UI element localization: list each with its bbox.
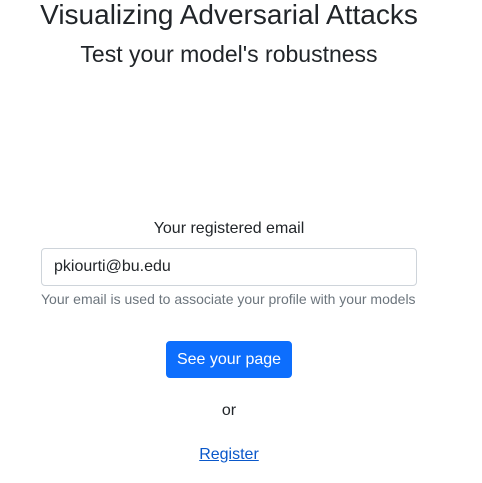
see-your-page-button[interactable]: See your page	[166, 341, 292, 378]
email-field[interactable]	[41, 248, 417, 286]
email-help-text: Your email is used to associate your pro…	[41, 291, 416, 307]
register-link-container: Register	[0, 444, 458, 466]
or-separator: or	[221, 402, 237, 419]
page: Visualizing Adversarial Attacks Test you…	[0, 0, 482, 483]
page-title: Visualizing Adversarial Attacks	[40, 0, 418, 30]
register-link[interactable]: Register	[199, 446, 259, 463]
page-subtitle: Test your model's robustness	[80, 41, 378, 67]
email-label: Your registered email	[153, 220, 305, 237]
